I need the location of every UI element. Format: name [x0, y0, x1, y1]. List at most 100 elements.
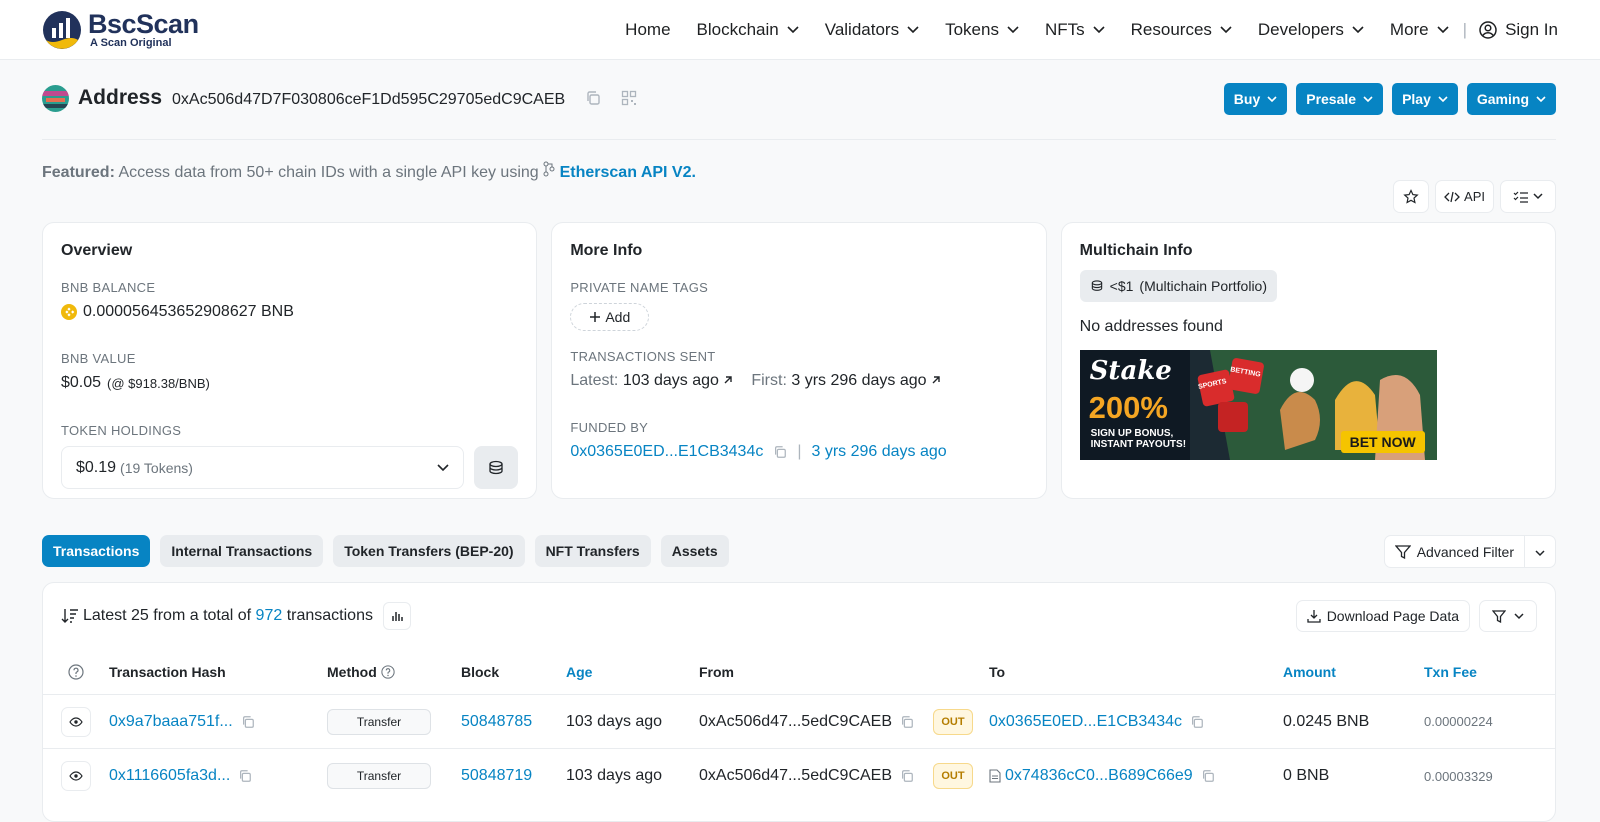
tab-transactions[interactable]: Transactions: [42, 535, 151, 567]
overview-title: Overview: [61, 242, 133, 259]
address-tools: API: [1393, 180, 1556, 213]
info-icon[interactable]: [381, 664, 395, 679]
plus-icon: [590, 312, 601, 322]
token-holdings-value: $0.19: [76, 458, 117, 476]
chevron-down-icon: [1363, 95, 1373, 102]
nav-tokens[interactable]: Tokens: [945, 20, 1019, 40]
top-navbar: BscScan A Scan Original Home Blockchain …: [0, 0, 1600, 60]
chevron-down-icon: [437, 463, 449, 471]
first-tx-link[interactable]: 3 yrs 296 days ago: [791, 372, 926, 389]
featured-notice: Featured: Access data from 50+ chain IDs…: [42, 161, 696, 182]
buy-button[interactable]: Buy: [1223, 83, 1288, 115]
bnb-value-label: BNB VALUE: [61, 351, 136, 366]
block-link[interactable]: 50848785: [461, 713, 532, 731]
eye-icon: [69, 716, 83, 727]
help-icon[interactable]: [68, 663, 84, 680]
advanced-filter-button[interactable]: Advanced Filter: [1385, 536, 1525, 567]
col-to: To: [989, 663, 1006, 680]
table-row: 0x1116605fa3d... Transfer 50848719 103 d…: [43, 749, 1555, 803]
list-options-button[interactable]: [1500, 180, 1556, 213]
nav-home[interactable]: Home: [625, 20, 670, 40]
address-tabs: Transactions Internal Transactions Token…: [42, 535, 729, 567]
nav-more-label: More: [1389, 19, 1429, 39]
download-icon: [1307, 610, 1321, 623]
nav-developers[interactable]: Developers: [1258, 20, 1364, 40]
preview-eye-button[interactable]: [61, 761, 91, 791]
api-button[interactable]: API: [1435, 180, 1494, 213]
qr-code-icon[interactable]: [621, 90, 637, 110]
col-block: Block: [461, 663, 500, 680]
tx-age: 103 days ago: [566, 712, 663, 730]
copy-icon[interactable]: [1190, 715, 1204, 729]
featured-text: Access data from 50+ chain IDs with a si…: [118, 164, 539, 181]
ad-brand: Stake: [1089, 356, 1172, 386]
brand-name: BscScan: [88, 8, 199, 39]
nav-nfts[interactable]: NFTs: [1045, 20, 1105, 40]
token-holdings-dropdown[interactable]: $0.19 (19 Tokens): [61, 446, 465, 489]
copy-icon[interactable]: [241, 715, 255, 729]
first-label: First:: [751, 372, 787, 389]
tx-total-count[interactable]: 972: [256, 607, 283, 625]
api-label: API: [1464, 189, 1485, 204]
nav-blockchain[interactable]: Blockchain: [697, 20, 799, 40]
bscscan-logo[interactable]: BscScan A Scan Original: [42, 10, 199, 50]
multichain-title: Multichain Info: [1079, 242, 1193, 259]
nav-resources[interactable]: Resources: [1131, 20, 1232, 40]
filter-icon: [1492, 609, 1506, 623]
funder-address-link[interactable]: 0x0365E0ED...E1CB3434c: [570, 443, 763, 461]
stake-ad-banner[interactable]: Stake 200% SIGN UP BONUS, INSTANT PAYOUT…: [1079, 350, 1437, 460]
tx-hash-link[interactable]: 0x1116605fa3d...: [109, 767, 230, 785]
col-age[interactable]: Age: [566, 664, 592, 680]
tab-nft-transfers[interactable]: NFT Transfers: [534, 535, 651, 567]
copy-icon[interactable]: [900, 769, 914, 783]
copy-icon[interactable]: [900, 715, 914, 729]
tx-hash-link[interactable]: 0x9a7baaa751f...: [109, 713, 233, 731]
bnb-balance-value: 0.000056453652908627 BNB: [83, 303, 294, 320]
address-value: 0xAc506d47D7F030806ceF1Dd595C29705edC9CA…: [172, 91, 566, 108]
to-address-link[interactable]: 0x0365E0ED...E1CB3434c: [989, 713, 1182, 731]
copy-icon[interactable]: [238, 769, 252, 783]
funded-age-link[interactable]: 3 yrs 296 days ago: [812, 443, 947, 461]
multichain-portfolio-pill[interactable]: <$1 (Multichain Portfolio): [1079, 270, 1278, 302]
tab-token-transfers[interactable]: Token Transfers (BEP-20): [333, 535, 525, 567]
presale-button[interactable]: Presale: [1296, 83, 1384, 115]
tx-chart-button[interactable]: [382, 602, 411, 630]
copy-address-icon[interactable]: [585, 90, 601, 110]
funded-by-label: FUNDED BY: [570, 420, 649, 435]
tab-assets[interactable]: Assets: [660, 535, 729, 567]
favorite-button[interactable]: [1393, 180, 1430, 213]
transactions-card: Latest 25 from a total of 972 transactio…: [42, 582, 1556, 822]
add-tag-button[interactable]: Add: [570, 303, 650, 331]
portfolio-value: <$1: [1109, 278, 1134, 294]
advanced-filter-dropdown[interactable]: [1525, 544, 1555, 560]
nav-more[interactable]: More: [1390, 20, 1449, 40]
chevron-down-icon: [1007, 25, 1019, 33]
latest-tx-link[interactable]: 103 days ago: [623, 372, 719, 389]
preview-eye-button[interactable]: [61, 706, 91, 737]
play-button[interactable]: Play: [1392, 83, 1458, 115]
transactions-sent-label: TRANSACTIONS SENT: [570, 349, 716, 364]
nav-home-label: Home: [625, 19, 671, 39]
download-page-data-button[interactable]: Download Page Data: [1295, 600, 1470, 632]
copy-icon[interactable]: [773, 445, 787, 459]
copy-icon[interactable]: [1201, 769, 1215, 783]
overview-card: Overview BNB BALANCE 0.00005645365290862…: [42, 222, 538, 499]
summary-cards: Overview BNB BALANCE 0.00005645365290862…: [42, 222, 1556, 499]
nav-tokens-label: Tokens: [945, 19, 999, 39]
col-method: Method: [327, 664, 395, 680]
table-header: Transaction Hash Method Block Age From T…: [43, 649, 1555, 695]
col-amount[interactable]: Amount: [1283, 664, 1336, 680]
tab-internal-transactions[interactable]: Internal Transactions: [160, 535, 324, 567]
block-link[interactable]: 50848719: [461, 767, 532, 785]
method-badge: Transfer: [327, 763, 431, 789]
etherscan-api-link[interactable]: Etherscan API V2.: [560, 164, 696, 181]
col-txn-fee[interactable]: Txn Fee: [1424, 664, 1477, 680]
more-info-card: More Info PRIVATE NAME TAGS Add TRANSACT…: [551, 222, 1047, 499]
presale-label: Presale: [1306, 91, 1357, 107]
multichain-portfolio-button[interactable]: [474, 446, 519, 489]
table-filter-button[interactable]: [1479, 600, 1537, 632]
to-address-link[interactable]: 0x74836cC0...B689C66e9: [1005, 767, 1193, 785]
sign-in-link[interactable]: Sign In: [1479, 20, 1558, 40]
nav-validators[interactable]: Validators: [825, 20, 919, 40]
gaming-button[interactable]: Gaming: [1466, 83, 1556, 115]
